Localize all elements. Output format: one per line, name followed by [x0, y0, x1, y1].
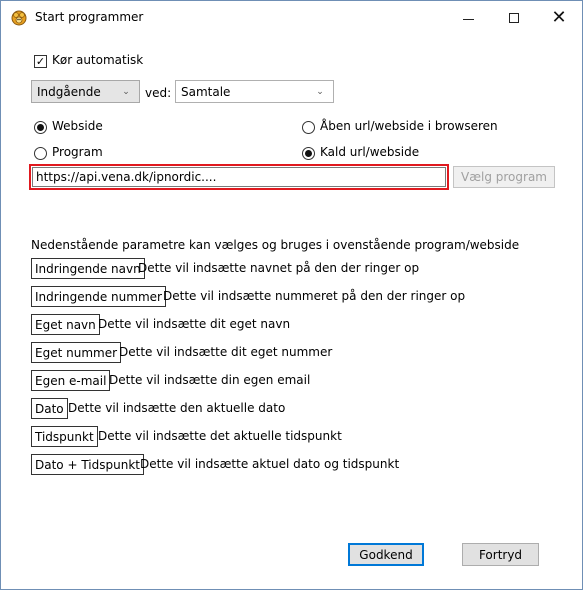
direction-select-value: Indgående	[37, 84, 101, 99]
auto-start-label[interactable]: Kør automatisk	[52, 53, 143, 67]
webside-radio[interactable]	[34, 121, 47, 134]
event-select-value: Samtale	[181, 84, 231, 99]
url-input[interactable]	[32, 167, 446, 187]
title-bar[interactable]: Start programmer ✕	[1, 1, 582, 35]
start-programs-dialog: Start programmer ✕ ✓ Kør automatisk Indg…	[0, 0, 583, 590]
param-tag-caller-number[interactable]: Indringende nummer	[31, 286, 166, 307]
event-select[interactable]: Samtale ⌄	[175, 80, 334, 103]
param-desc: Dette vil indsætte aktuel dato og tidspu…	[140, 457, 400, 471]
param-tag-date[interactable]: Dato	[31, 398, 68, 419]
chevron-down-icon: ⌄	[122, 86, 130, 97]
param-tag-caller-name[interactable]: Indringende navn	[31, 258, 145, 279]
auto-start-checkbox[interactable]: ✓	[34, 55, 47, 68]
minimize-button[interactable]	[445, 1, 491, 35]
close-button[interactable]: ✕	[536, 1, 582, 35]
program-radio[interactable]	[34, 147, 47, 160]
chevron-down-icon: ⌄	[316, 86, 324, 97]
maximize-icon	[509, 13, 519, 23]
approve-button[interactable]: Godkend	[348, 543, 424, 566]
param-tag-date-time[interactable]: Dato + Tidspunkt	[31, 454, 144, 475]
maximize-button[interactable]	[491, 1, 537, 35]
cancel-button[interactable]: Fortryd	[462, 543, 539, 566]
param-desc: Dette vil indsætte navnet på den der rin…	[138, 261, 420, 275]
param-desc: Dette vil indsætte nummeret på den der r…	[163, 289, 466, 303]
close-icon: ✕	[551, 7, 567, 28]
param-desc: Dette vil indsætte din egen email	[109, 373, 311, 387]
app-logo-icon	[11, 10, 27, 26]
param-desc: Dette vil indsætte det aktuelle tidspunk…	[98, 429, 342, 443]
param-desc: Dette vil indsætte den aktuelle dato	[68, 401, 286, 415]
program-radio-label[interactable]: Program	[52, 145, 103, 159]
open-url-radio[interactable]	[302, 121, 315, 134]
call-url-radio-label[interactable]: Kald url/webside	[320, 145, 419, 159]
param-tag-own-name[interactable]: Eget navn	[31, 314, 100, 335]
call-url-radio[interactable]	[302, 147, 315, 160]
webside-radio-label[interactable]: Webside	[52, 119, 103, 133]
minimize-icon	[462, 18, 474, 20]
ved-label: ved:	[145, 86, 172, 100]
open-url-radio-label[interactable]: Åben url/webside i browseren	[320, 119, 498, 133]
param-tag-own-email[interactable]: Egen e-mail	[31, 370, 111, 391]
choose-program-button[interactable]: Vælg program	[453, 166, 555, 188]
param-tag-time[interactable]: Tidspunkt	[31, 426, 98, 447]
param-desc: Dette vil indsætte dit eget nummer	[119, 345, 333, 359]
window-title: Start programmer	[35, 10, 144, 24]
params-intro: Nedenstående parametre kan vælges og bru…	[31, 238, 520, 252]
direction-select[interactable]: Indgående ⌄	[31, 80, 140, 103]
param-tag-own-number[interactable]: Eget nummer	[31, 342, 122, 363]
param-desc: Dette vil indsætte dit eget navn	[98, 317, 291, 331]
